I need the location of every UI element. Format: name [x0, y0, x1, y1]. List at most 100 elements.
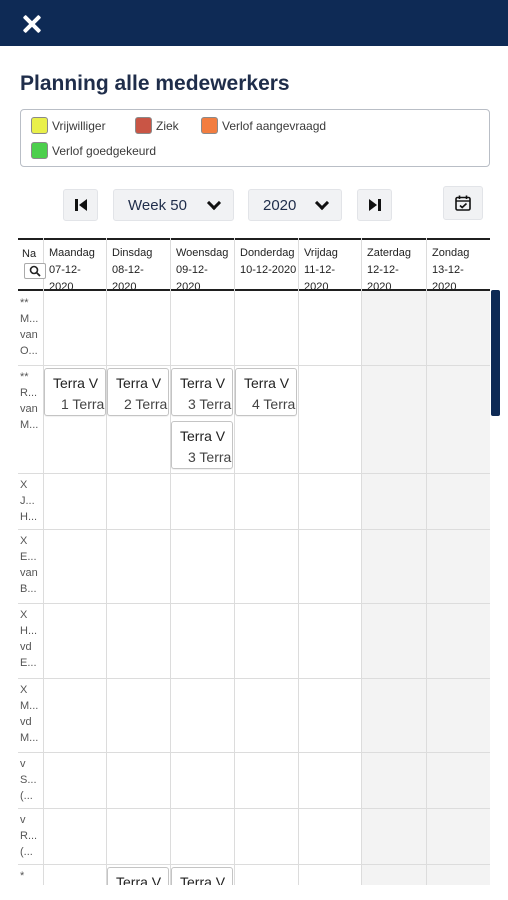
shift-card-subtitle: 2 Terra — [124, 396, 168, 412]
row-divider — [18, 365, 490, 366]
skip-end-icon — [368, 199, 381, 211]
day-header-year: 2020 — [176, 281, 201, 293]
week-select-label: Week 50 — [128, 196, 187, 214]
page-title: Planning alle medewerkers — [20, 72, 290, 95]
legend-swatch-verlof-goedgekeurd — [31, 142, 48, 159]
employee-name: ** R... van M... — [20, 369, 42, 473]
day-header-year: 2020 — [304, 281, 329, 293]
employee-name-line: H... — [20, 625, 38, 637]
chevron-down-icon — [314, 195, 330, 210]
employee-name: v S... (... — [20, 756, 42, 808]
column-divider — [234, 238, 235, 885]
shift-card[interactable]: Terra V 2 Terra — [107, 368, 169, 416]
shift-card-subtitle: 4 Terra — [252, 396, 296, 412]
shift-card[interactable]: Terra V — [107, 867, 169, 885]
row-divider — [18, 603, 490, 604]
week-select[interactable]: Week 50 — [113, 189, 234, 221]
row-divider — [18, 678, 490, 679]
employee-name-line: van — [20, 403, 38, 415]
row-divider — [18, 752, 490, 753]
day-header-date: 11-12- — [304, 264, 335, 276]
chevron-down-icon — [206, 195, 222, 210]
shift-card[interactable]: Terra V 1 Terra — [44, 368, 106, 416]
day-header-date: 09-12- — [176, 264, 208, 276]
employee-name-line: X — [20, 479, 28, 491]
employee-name-line: v — [20, 758, 26, 770]
first-week-button[interactable] — [63, 189, 98, 221]
employee-name-line: v — [20, 814, 26, 826]
row-divider — [18, 808, 490, 809]
header-bottom-line — [18, 289, 490, 291]
header-top-line — [18, 238, 490, 240]
employee-name-line: O... — [20, 345, 38, 357]
employee-name-line: vd — [20, 641, 32, 653]
legend: Vrijwilliger Ziek Verlof aangevraagd Ver… — [20, 109, 490, 167]
column-divider — [361, 238, 362, 885]
shift-card[interactable]: Terra V 3 Terra — [171, 368, 233, 416]
employee-name: X J... H... — [20, 477, 42, 529]
employee-name: v R... (... — [20, 812, 42, 864]
employee-name-line: R... — [20, 830, 38, 842]
employee-name-line: S... — [20, 774, 37, 786]
day-header: Dinsdag — [112, 247, 153, 259]
day-header: Maandag — [49, 247, 95, 259]
day-header-date: 10-12-2020 — [240, 264, 297, 276]
calendar-check-icon — [455, 195, 471, 211]
employee-name-line: R... — [20, 387, 38, 399]
day-header: Donderdag — [240, 247, 295, 259]
employee-name-line: ** — [20, 297, 29, 309]
year-select-label: 2020 — [263, 196, 297, 214]
employee-name: X E... van B... — [20, 533, 42, 603]
day-header-year: 2020 — [367, 281, 392, 293]
legend-label: Ziek — [156, 118, 179, 133]
shift-card-title: Terra V — [116, 874, 162, 885]
shift-card-title: Terra V — [116, 375, 162, 391]
last-week-button[interactable] — [357, 189, 392, 221]
employee-name-line: * — [20, 870, 25, 882]
employee-name-line: M... — [20, 313, 39, 325]
row-divider — [18, 529, 490, 530]
calendar-button[interactable] — [443, 186, 483, 220]
shift-card-subtitle: 1 Terra — [61, 396, 105, 412]
employee-name: X H... vd E... — [20, 607, 42, 678]
legend-item-vrijwilliger: Vrijwilliger — [31, 117, 106, 134]
employee-name-line: van — [20, 567, 38, 579]
shift-card[interactable]: Terra V 3 Terra — [171, 421, 233, 469]
legend-label: Vrijwilliger — [52, 118, 106, 133]
close-icon[interactable] — [20, 12, 44, 36]
name-column-header: Na — [22, 248, 37, 260]
employee-name-line: ** — [20, 371, 29, 383]
day-header-date: 13-12- — [432, 264, 464, 276]
shift-card[interactable]: Terra V — [171, 867, 233, 885]
shift-card-title: Terra V — [244, 375, 290, 391]
legend-item-verlof-goedgekeurd: Verlof goedgekeurd — [31, 142, 156, 159]
name-search-input[interactable] — [24, 263, 46, 279]
shift-card-title: Terra V — [53, 375, 99, 391]
planning-grid: Na Maandag 07-12- 2020 Dinsdag 08-12- 2020 Woen… — [18, 238, 490, 885]
day-header: Zaterdag — [367, 247, 412, 259]
column-divider — [106, 238, 107, 885]
scrollbar-thumb[interactable] — [491, 290, 500, 416]
shift-card[interactable]: Terra V 4 Terra — [235, 368, 297, 416]
top-bar — [0, 0, 508, 46]
legend-swatch-vrijwilliger — [31, 117, 48, 134]
employee-name-line: van — [20, 329, 38, 341]
legend-swatch-verlof-aangevraagd — [201, 117, 218, 134]
employee-name-line: E... — [20, 551, 37, 563]
shift-card-title: Terra V — [180, 375, 226, 391]
day-header: Woensdag — [176, 247, 229, 259]
employee-name-line: X — [20, 684, 28, 696]
legend-label: Verlof aangevraagd — [222, 118, 327, 133]
row-divider — [18, 473, 490, 474]
year-select[interactable]: 2020 — [248, 189, 342, 221]
employee-name-line: M... — [20, 732, 39, 744]
employee-name-line: (... — [20, 846, 33, 858]
shift-card-title: Terra V — [180, 874, 226, 885]
employee-name-line: vd — [20, 716, 32, 728]
day-header-year: 2020 — [112, 281, 137, 293]
search-icon — [29, 265, 41, 277]
day-header: Vrijdag — [304, 247, 338, 259]
day-header-date: 07-12- — [49, 264, 81, 276]
legend-item-ziek: Ziek — [135, 117, 179, 134]
employee-name-line: E... — [20, 657, 37, 669]
